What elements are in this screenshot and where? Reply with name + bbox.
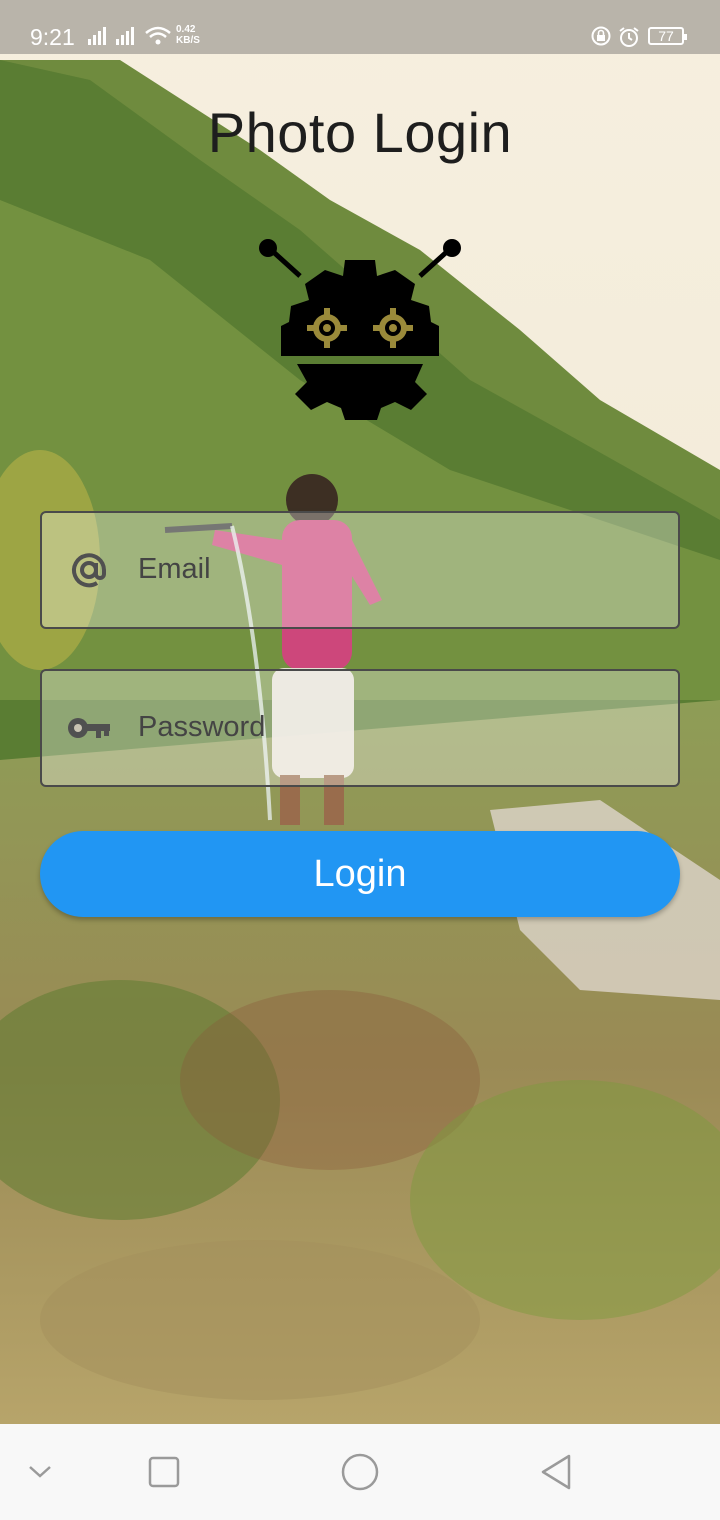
key-icon <box>66 705 112 751</box>
square-recents-icon[interactable] <box>136 1444 192 1500</box>
page-title: Photo Login <box>207 101 513 164</box>
signal-icon <box>88 27 106 45</box>
network-speed: 0.42 KB/S <box>176 24 200 46</box>
alarm-icon <box>618 26 640 53</box>
at-sign-icon <box>66 547 112 593</box>
lock-rotation-icon <box>591 26 611 51</box>
status-bar: 9:21 0.42 KB/S 77 <box>0 0 720 54</box>
triangle-back-icon[interactable] <box>528 1444 584 1500</box>
password-placeholder: Password <box>138 711 266 743</box>
login-button[interactable]: Login <box>40 831 680 917</box>
email-field[interactable]: Email <box>40 511 680 629</box>
status-time: 9:21 <box>30 24 75 50</box>
wifi-icon <box>145 26 171 51</box>
signal-icon <box>116 27 134 45</box>
password-field[interactable]: Password <box>40 669 680 787</box>
battery-icon: 77 <box>648 27 687 45</box>
email-placeholder: Email <box>138 553 211 585</box>
chevron-down-icon[interactable] <box>12 1444 68 1500</box>
circle-home-icon[interactable] <box>332 1444 388 1500</box>
robot-gear-icon <box>255 236 465 427</box>
